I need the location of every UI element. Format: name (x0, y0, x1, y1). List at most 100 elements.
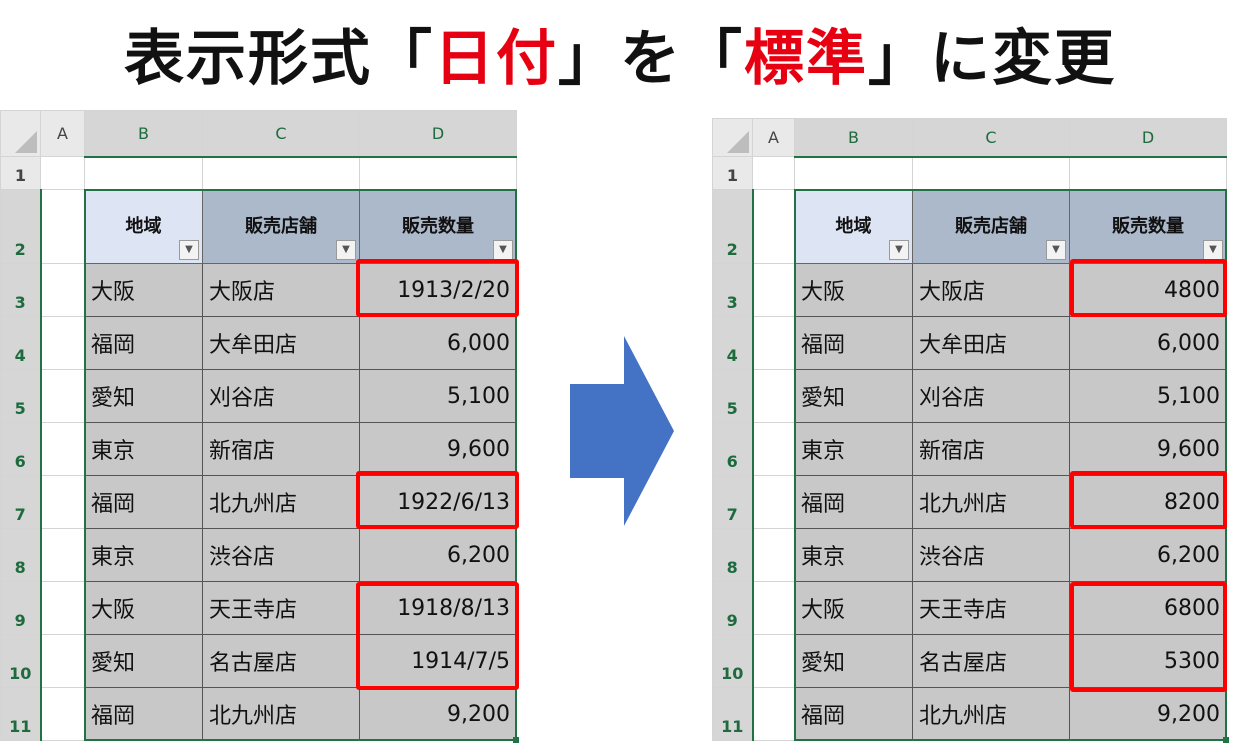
cell[interactable] (752, 156, 795, 190)
header-cell-store[interactable]: 販売店舗 ▼ (912, 189, 1070, 264)
filter-dropdown-icon[interactable]: ▼ (336, 240, 356, 260)
cell-qty[interactable]: 9,600 (359, 422, 517, 476)
cell-store[interactable]: 天王寺店 (202, 581, 360, 635)
column-header-c[interactable]: C (912, 118, 1070, 158)
cell-store[interactable]: 北九州店 (202, 475, 360, 529)
cell-region[interactable]: 大阪 (84, 581, 203, 635)
cell-store[interactable]: 渋谷店 (202, 528, 360, 582)
filter-dropdown-icon[interactable]: ▼ (179, 240, 199, 260)
row-header-6[interactable]: 6 (0, 422, 42, 476)
column-header-b[interactable]: B (84, 110, 203, 158)
cell[interactable] (752, 528, 795, 582)
column-header-a[interactable]: A (752, 118, 795, 157)
row-header-8[interactable]: 8 (712, 528, 754, 582)
select-all-icon[interactable] (0, 110, 41, 157)
filter-dropdown-icon[interactable]: ▼ (889, 240, 909, 260)
cell-qty[interactable]: 6800 (1069, 581, 1227, 635)
fill-handle[interactable] (1223, 737, 1229, 743)
cell[interactable] (40, 528, 85, 582)
cell-qty[interactable]: 5300 (1069, 634, 1227, 688)
cell-store[interactable]: 渋谷店 (912, 528, 1070, 582)
header-cell-store[interactable]: 販売店舗 ▼ (202, 189, 360, 264)
cell-region[interactable]: 東京 (84, 422, 203, 476)
cell[interactable] (1069, 156, 1227, 190)
cell-region[interactable]: 福岡 (84, 316, 203, 370)
cell-region[interactable]: 東京 (794, 528, 913, 582)
cell[interactable] (202, 156, 360, 190)
column-header-d[interactable]: D (359, 110, 517, 158)
cell-qty[interactable]: 6,200 (359, 528, 517, 582)
cell[interactable] (84, 156, 203, 190)
row-header-5[interactable]: 5 (712, 369, 754, 423)
cell-qty[interactable]: 9,600 (1069, 422, 1227, 476)
cell[interactable] (40, 422, 85, 476)
row-header-5[interactable]: 5 (0, 369, 42, 423)
row-header-8[interactable]: 8 (0, 528, 42, 582)
cell-store[interactable]: 大牟田店 (202, 316, 360, 370)
cell-qty[interactable]: 6,000 (1069, 316, 1227, 370)
cell[interactable] (40, 263, 85, 317)
cell[interactable] (752, 369, 795, 423)
filter-dropdown-icon[interactable]: ▼ (1203, 240, 1223, 260)
column-header-c[interactable]: C (202, 110, 360, 158)
cell-qty[interactable]: 9,200 (1069, 687, 1227, 741)
cell-qty[interactable]: 1914/7/5 (359, 634, 517, 688)
cell-region[interactable]: 福岡 (794, 316, 913, 370)
cell[interactable] (40, 581, 85, 635)
cell-qty[interactable]: 1913/2/20 (359, 263, 517, 317)
filter-dropdown-icon[interactable]: ▼ (1046, 240, 1066, 260)
cell-region[interactable]: 愛知 (794, 634, 913, 688)
cell-store[interactable]: 新宿店 (912, 422, 1070, 476)
cell-store[interactable]: 刈谷店 (912, 369, 1070, 423)
fill-handle[interactable] (513, 737, 519, 743)
row-header-10[interactable]: 10 (712, 634, 754, 688)
row-header-2[interactable]: 2 (712, 189, 754, 264)
cell-region[interactable]: 福岡 (84, 475, 203, 529)
cell-store[interactable]: 北九州店 (912, 475, 1070, 529)
cell-store[interactable]: 北九州店 (912, 687, 1070, 741)
cell[interactable] (359, 156, 517, 190)
cell-region[interactable]: 大阪 (794, 581, 913, 635)
cell-store[interactable]: 名古屋店 (912, 634, 1070, 688)
cell-qty[interactable]: 6,200 (1069, 528, 1227, 582)
row-header-7[interactable]: 7 (0, 475, 42, 529)
cell-store[interactable]: 北九州店 (202, 687, 360, 741)
cell-store[interactable]: 大牟田店 (912, 316, 1070, 370)
cell[interactable] (40, 687, 85, 741)
cell[interactable] (752, 475, 795, 529)
cell-qty[interactable]: 5,100 (359, 369, 517, 423)
cell-store[interactable]: 天王寺店 (912, 581, 1070, 635)
cell-region[interactable]: 大阪 (794, 263, 913, 317)
row-header-6[interactable]: 6 (712, 422, 754, 476)
header-cell-qty[interactable]: 販売数量 ▼ (359, 189, 517, 264)
header-cell-region[interactable]: 地域 ▼ (794, 189, 913, 264)
cell-region[interactable]: 福岡 (794, 687, 913, 741)
column-header-b[interactable]: B (794, 118, 913, 158)
cell-qty[interactable]: 5,100 (1069, 369, 1227, 423)
cell-store[interactable]: 名古屋店 (202, 634, 360, 688)
cell-region[interactable]: 福岡 (794, 475, 913, 529)
row-header-11[interactable]: 11 (712, 687, 754, 741)
header-cell-region[interactable]: 地域 ▼ (84, 189, 203, 264)
row-header-9[interactable]: 9 (0, 581, 42, 635)
cell[interactable] (40, 189, 85, 264)
cell[interactable] (40, 156, 85, 190)
column-header-d[interactable]: D (1069, 118, 1227, 158)
cell-region[interactable]: 愛知 (794, 369, 913, 423)
row-header-3[interactable]: 3 (0, 263, 42, 317)
cell-region[interactable]: 愛知 (84, 634, 203, 688)
cell-region[interactable]: 大阪 (84, 263, 203, 317)
cell[interactable] (40, 475, 85, 529)
cell-region[interactable]: 東京 (794, 422, 913, 476)
cell[interactable] (752, 263, 795, 317)
cell-qty[interactable]: 4800 (1069, 263, 1227, 317)
cell-region[interactable]: 福岡 (84, 687, 203, 741)
row-header-4[interactable]: 4 (712, 316, 754, 370)
filter-dropdown-icon[interactable]: ▼ (493, 240, 513, 260)
cell[interactable] (752, 687, 795, 741)
row-header-9[interactable]: 9 (712, 581, 754, 635)
cell[interactable] (752, 316, 795, 370)
cell-qty[interactable]: 1922/6/13 (359, 475, 517, 529)
row-header-7[interactable]: 7 (712, 475, 754, 529)
cell-store[interactable]: 新宿店 (202, 422, 360, 476)
